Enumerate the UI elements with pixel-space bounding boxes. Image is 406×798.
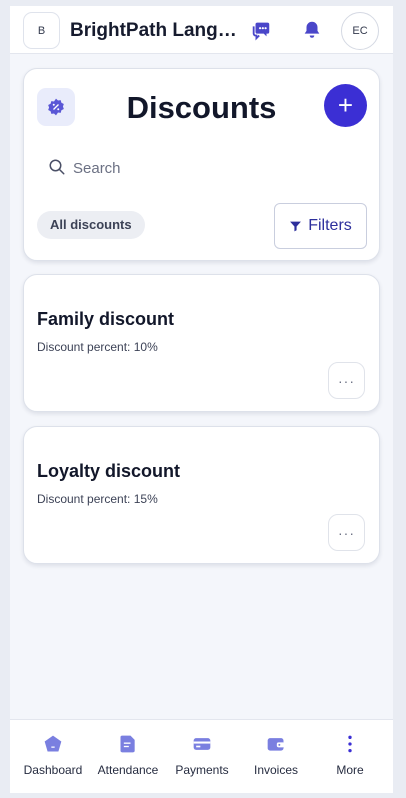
nav-item-invoices[interactable]: Invoices (238, 720, 314, 793)
nav-item-dashboard[interactable]: Dashboard (15, 720, 91, 793)
all-discounts-chip[interactable]: All discounts (37, 211, 145, 239)
filters-label: Filters (308, 217, 352, 234)
wallet-icon (267, 738, 285, 751)
filter-icon (290, 221, 302, 231)
more-options-button[interactable]: ··· (328, 362, 365, 399)
more-options-button[interactable]: ··· (328, 514, 365, 551)
discount-card[interactable]: Family discount Discount percent: 10% ··… (23, 274, 380, 412)
chat-icon[interactable] (250, 19, 272, 41)
card-icon (193, 738, 211, 750)
bell-icon[interactable] (301, 19, 323, 41)
pentagon-home-icon (44, 735, 62, 752)
percent-tag-icon (48, 98, 64, 116)
nav-label: More (336, 763, 364, 777)
app-frame: B BrightPath Language Academy EC Discoun… (10, 6, 393, 793)
discount-name: Loyalty discount (37, 461, 181, 481)
nav-item-payments[interactable]: Payments (164, 720, 240, 793)
more-vertical-icon (348, 735, 352, 753)
discount-percent: Discount percent: 15% (37, 492, 158, 506)
top-bar: B BrightPath Language Academy EC (10, 6, 393, 54)
page-title: Discounts (126, 90, 277, 125)
discounts-header-card: Discounts + All discounts Filters (23, 68, 380, 261)
search-input[interactable] (73, 155, 293, 181)
nav-item-more[interactable]: More (312, 720, 388, 793)
user-avatar[interactable]: EC (341, 12, 379, 50)
nav-label: Attendance (97, 763, 159, 777)
nav-label: Invoices (253, 763, 299, 777)
discount-badge (37, 88, 75, 126)
nav-label: Dashboard (23, 763, 83, 777)
filters-button[interactable]: Filters (274, 203, 367, 249)
document-icon (120, 735, 135, 753)
discount-percent: Discount percent: 10% (37, 340, 158, 354)
discount-name: Family discount (37, 309, 175, 329)
nav-item-attendance[interactable]: Attendance (90, 720, 166, 793)
search-icon (49, 159, 65, 175)
org-badge[interactable]: B (23, 12, 60, 49)
add-discount-button[interactable]: + (324, 84, 367, 127)
nav-label: Payments (175, 763, 229, 777)
discount-card[interactable]: Loyalty discount Discount percent: 15% ·… (23, 426, 380, 564)
bottom-nav: Dashboard Attendance Payments Invoices M… (10, 719, 393, 793)
org-name: BrightPath Language Academy (70, 20, 240, 41)
search-bar (48, 155, 298, 181)
